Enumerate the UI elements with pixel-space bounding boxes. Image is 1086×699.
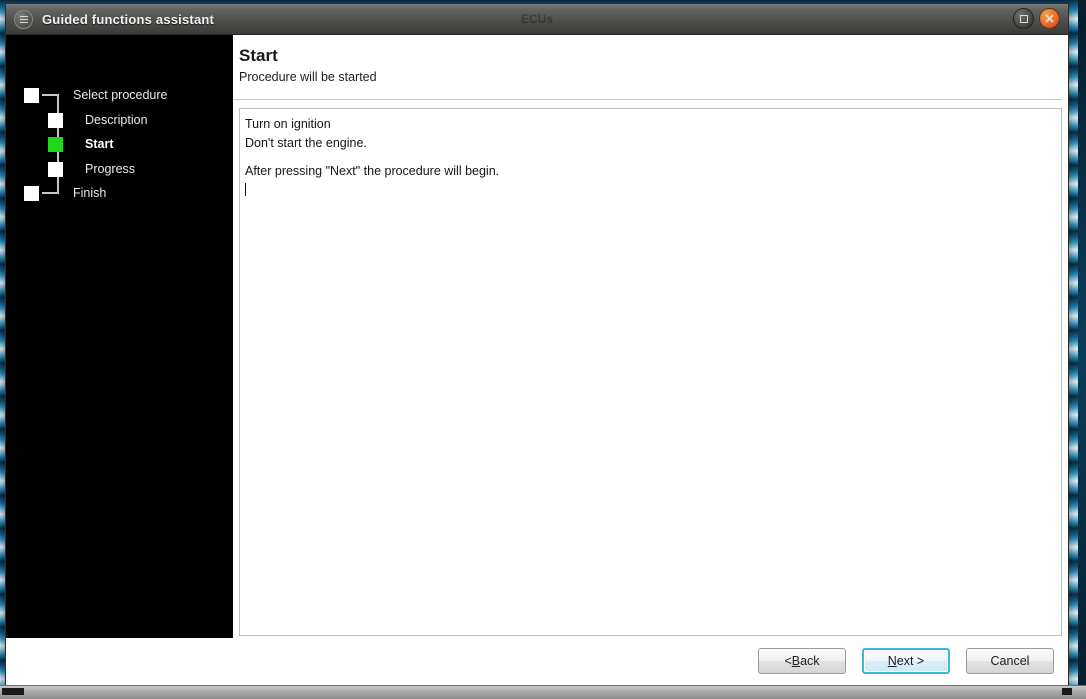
content-header: Start Procedure will be started <box>233 35 1068 85</box>
sidebar-item-start[interactable]: Start <box>48 132 113 156</box>
back-button-suffix: ack <box>800 653 820 668</box>
instruction-line-2: Don't start the engine. <box>245 135 367 150</box>
hamburger-circle-icon[interactable] <box>14 9 33 29</box>
sidebar-item-progress[interactable]: Progress <box>48 157 135 181</box>
next-button[interactable]: Next > <box>862 647 950 674</box>
instruction-line-1: Turn on ignition <box>245 117 331 132</box>
sidebar-item-description[interactable]: Description <box>48 108 148 132</box>
instruction-text-area[interactable]: Turn on ignition Don't start the engine.… <box>239 108 1062 636</box>
content-pane: Start Procedure will be started Turn on … <box>233 35 1068 685</box>
sidebar-item-select-procedure[interactable]: Select procedure <box>24 83 168 107</box>
close-icon[interactable] <box>1039 8 1060 29</box>
back-button-accel: B <box>791 653 801 668</box>
window-body: Select procedure Description Start Progr… <box>6 35 1068 685</box>
wizard-step-sidebar: Select procedure Description Start Progr… <box>6 35 233 638</box>
step-node-icon <box>48 112 63 128</box>
window-controls <box>1013 8 1060 29</box>
window-titlebar[interactable]: Guided functions assistant ECUs <box>6 4 1068 35</box>
cancel-button[interactable]: Cancel <box>966 647 1054 674</box>
bottom-bar-left-marker <box>2 688 24 695</box>
step-node-active-icon <box>48 136 63 152</box>
window-title: Guided functions assistant <box>42 11 215 27</box>
text-caret <box>245 182 246 196</box>
instruction-line-3: After pressing "Next" the procedure will… <box>245 164 500 179</box>
next-button-accel: N <box>887 653 897 668</box>
sidebar-item-finish[interactable]: Finish <box>24 181 106 205</box>
back-button[interactable]: < Back <box>758 647 846 674</box>
sidebar-item-label: Description <box>85 113 148 127</box>
guided-functions-assistant-dialog: Guided functions assistant ECUs Select p… <box>5 3 1069 686</box>
step-node-icon <box>24 87 39 103</box>
instruction-caret-line <box>245 181 1055 200</box>
page-subtitle: Procedure will be started <box>239 70 377 85</box>
page-title: Start <box>239 46 278 65</box>
system-bottom-bar <box>0 685 1086 699</box>
sidebar-item-label: Finish <box>73 186 107 200</box>
maximize-icon[interactable] <box>1013 8 1034 29</box>
step-node-icon <box>24 185 39 201</box>
instruction-blank-line <box>245 152 1055 162</box>
sidebar-item-label: Start <box>85 137 114 151</box>
next-button-suffix: ext > <box>896 653 925 668</box>
desktop-right-edge <box>1078 0 1086 699</box>
sidebar-item-label: Select procedure <box>73 88 168 102</box>
back-button-prefix: < <box>784 653 792 668</box>
content-body: Turn on ignition Don't start the engine.… <box>233 100 1068 636</box>
dialog-button-bar: < Back Next > Cancel <box>233 636 1068 685</box>
step-node-icon <box>48 161 63 177</box>
bottom-bar-right-marker <box>1062 688 1072 695</box>
sidebar-item-label: Progress <box>85 162 136 176</box>
